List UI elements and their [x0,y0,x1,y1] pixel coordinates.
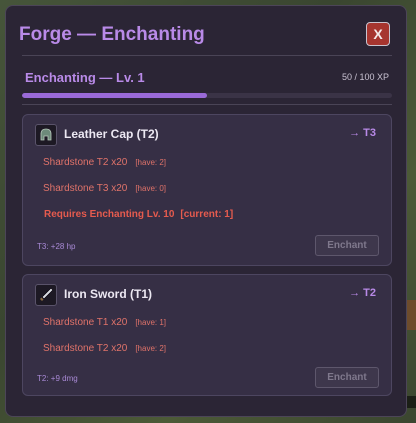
requirement-text: Shardstone T3 x20 [43,183,128,194]
requirement-have: [have: 2] [135,344,167,353]
requirement-row: Shardstone T2 x20 [have: 2] [43,343,166,354]
requirement-row: Shardstone T2 x20 [have: 2] [43,157,166,168]
skill-divider [22,104,392,105]
title-divider [22,55,392,56]
enchant-button[interactable]: Enchant [315,235,379,256]
item-name: Leather Cap (T2) [64,127,159,141]
sword-icon [35,284,57,306]
item-card-leather-cap: Leather Cap (T2) → T3 Shardstone T2 x20 [… [22,114,392,266]
requirement-text: Shardstone T1 x20 [43,317,128,328]
requirement-have: [have: 0] [135,184,167,193]
item-card-iron-sword: Iron Sword (T1) → T2 Shardstone T1 x20 [h… [22,274,392,396]
helmet-icon [35,124,57,146]
target-tier: → T2 [349,287,376,299]
skill-label: Enchanting — Lv. 1 [25,70,145,85]
warning-current: [current: 1] [180,209,234,220]
target-tier: → T3 [349,127,376,139]
item-name: Iron Sword (T1) [64,287,152,301]
xp-progress-bar [22,93,392,98]
xp-text: 50 / 100 XP [341,72,389,82]
level-requirement-warning: Requires Enchanting Lv. 10 [current: 1] [44,209,233,220]
xp-progress-fill [22,93,207,98]
enchant-button[interactable]: Enchant [315,367,379,388]
requirement-row: Shardstone T1 x20 [have: 1] [43,317,166,328]
requirement-have: [have: 1] [135,318,167,327]
world-shadow [406,396,416,408]
requirement-have: [have: 2] [135,158,167,167]
requirement-text: Shardstone T2 x20 [43,157,128,168]
close-button[interactable]: X [366,22,390,46]
tier-bonus: T2: +9 dmg [37,374,78,383]
requirement-row: Shardstone T3 x20 [have: 0] [43,183,166,194]
warning-text: Requires Enchanting Lv. 10 [44,209,175,220]
window-title: Forge — Enchanting [19,24,205,45]
tier-bonus: T3: +28 hp [37,242,76,251]
requirement-text: Shardstone T2 x20 [43,343,128,354]
